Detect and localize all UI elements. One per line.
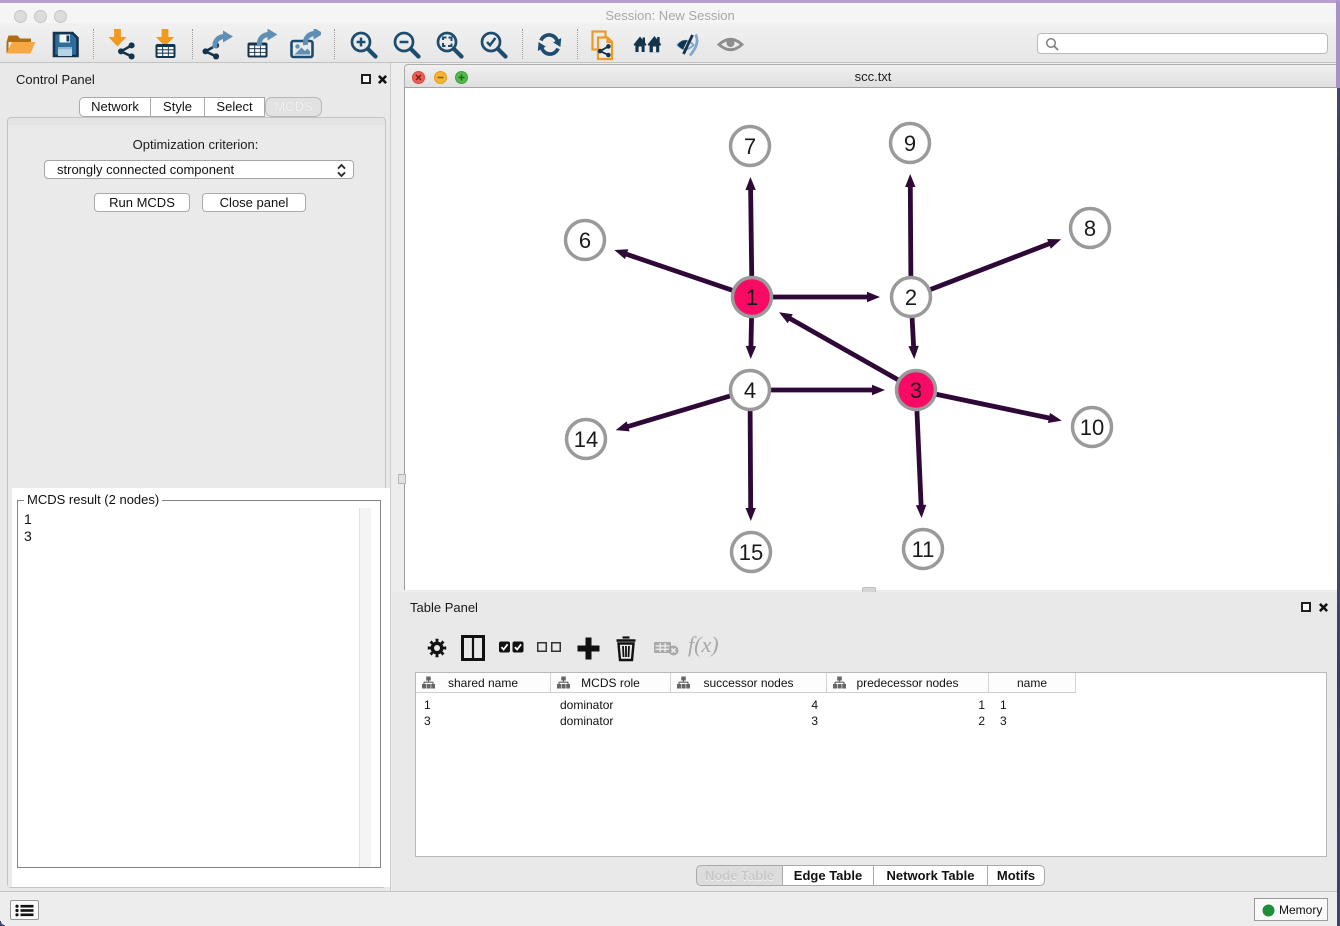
- svg-text:1: 1: [746, 285, 758, 310]
- svg-text:14: 14: [574, 427, 598, 452]
- svg-text:15: 15: [739, 540, 763, 565]
- svg-text:8: 8: [1084, 216, 1096, 241]
- svg-text:11: 11: [912, 537, 935, 562]
- svg-text:2: 2: [905, 285, 917, 310]
- svg-text:4: 4: [744, 378, 756, 403]
- svg-text:7: 7: [744, 134, 756, 159]
- svg-text:9: 9: [904, 131, 916, 156]
- svg-text:6: 6: [579, 228, 591, 253]
- svg-text:10: 10: [1080, 415, 1104, 440]
- svg-text:3: 3: [910, 378, 922, 403]
